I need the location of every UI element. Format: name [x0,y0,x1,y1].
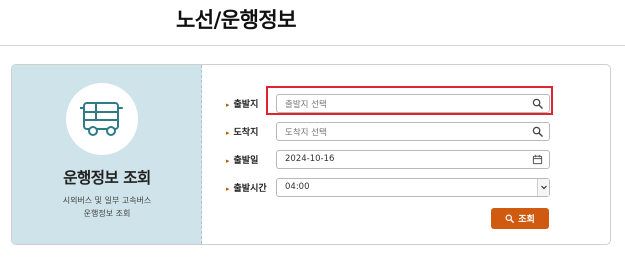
title-divider [0,45,625,46]
search-button[interactable]: 조회 [491,208,549,229]
search-icon[interactable] [532,126,543,137]
search-icon [505,214,515,223]
bullet-arrow-icon: ▸ [226,185,230,193]
bullet-arrow-icon: ▸ [226,101,230,109]
page-title: 노선/운행정보 [175,8,297,32]
date-value: 2024-10-16 [285,154,335,164]
time-label: ▸ 출발시간 [226,184,267,194]
date-label: ▸ 출발일 [226,156,259,166]
sidebar-desc-line2: 운행정보 조회 [83,209,131,218]
date-row: ▸ 출발일 2024-10-16 [12,150,610,170]
time-value: 04:00 [285,182,310,192]
bullet-arrow-icon: ▸ [226,157,230,165]
arrival-placeholder: 도착지 선택 [285,128,327,138]
bullet-arrow-icon: ▸ [226,129,230,137]
time-dropdown-button[interactable] [537,179,549,196]
arrival-input[interactable]: 도착지 선택 [276,122,550,141]
chevron-down-icon [541,185,547,190]
time-row: ▸ 출발시간 04:00 [12,178,610,198]
search-button-label: 조회 [518,215,535,225]
time-select[interactable]: 04:00 [276,178,550,197]
departure-label: ▸ 출발지 [226,100,259,110]
arrival-label: ▸ 도착지 [226,128,259,138]
departure-highlight-box [266,86,553,115]
arrival-row: ▸ 도착지 도착지 선택 [12,122,610,142]
calendar-icon[interactable] [532,154,543,165]
date-input[interactable]: 2024-10-16 [276,150,550,169]
